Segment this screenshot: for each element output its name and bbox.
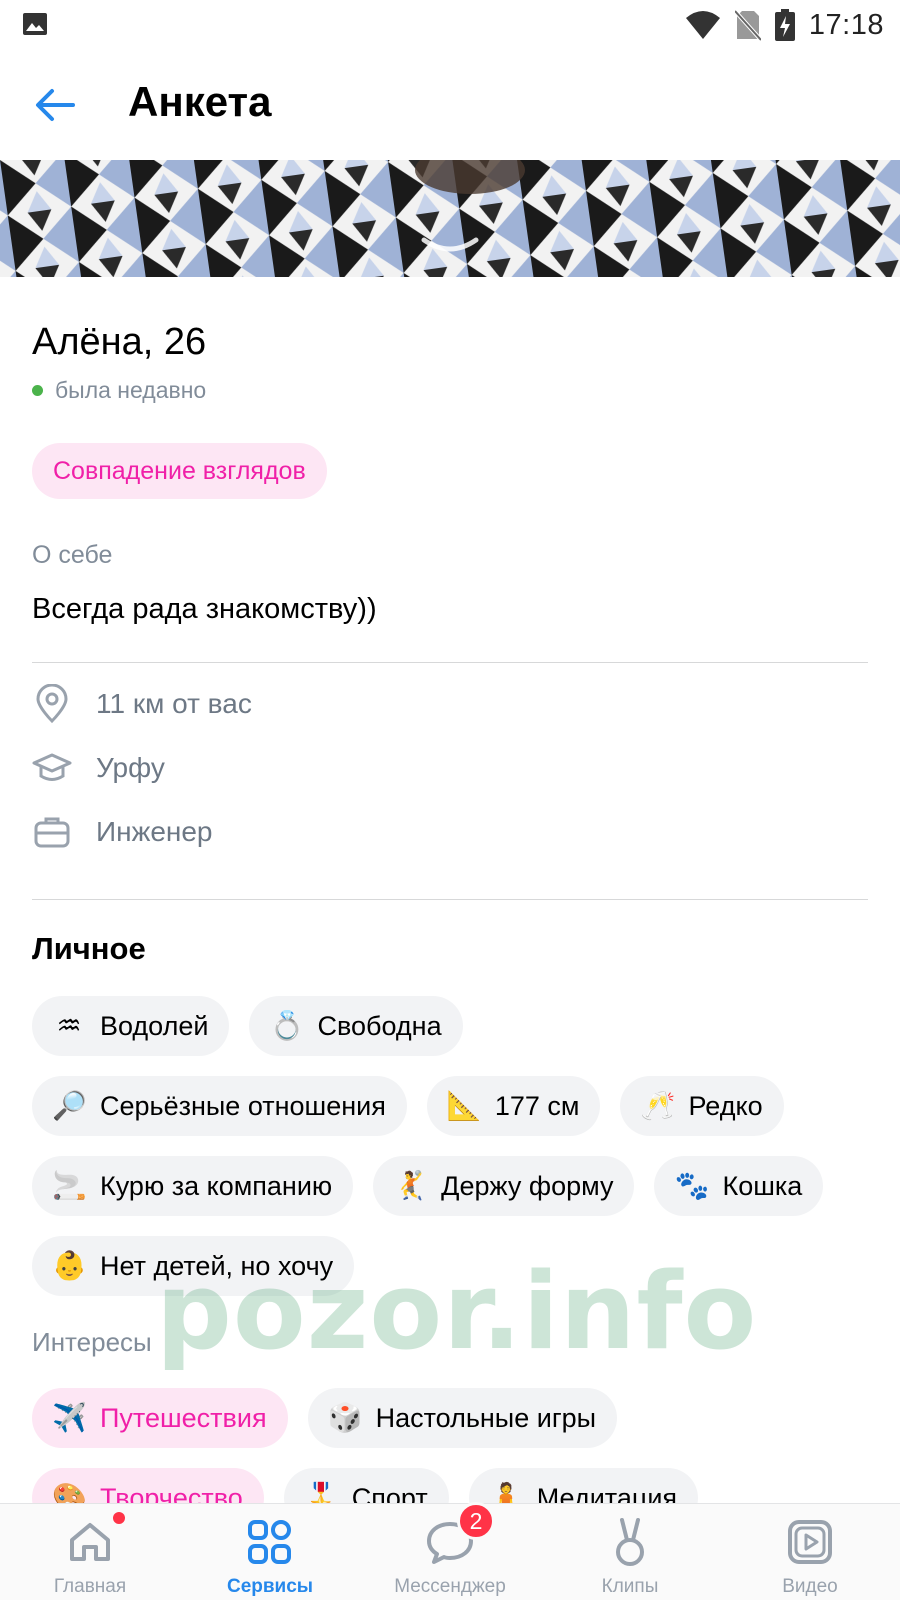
chip-label: Держу форму: [441, 1170, 614, 1201]
personal-chips-row: ♒ Водолей 💍 Свободна: [32, 996, 463, 1056]
chip-label: Свободна: [317, 1010, 442, 1041]
tab-label: Главная: [53, 1576, 127, 1597]
tab-label: Клипы: [601, 1576, 659, 1597]
tab-home[interactable]: Главная: [0, 1504, 180, 1600]
info-row-job: Инженер: [32, 807, 213, 857]
home-icon: [70, 1523, 110, 1561]
briefcase-icon: [34, 817, 70, 848]
personal-chip: 🤾 Держу форму: [373, 1156, 635, 1216]
info-row-distance: 11 км от вас: [32, 679, 252, 729]
personal-chip: 💍 Свободна: [249, 996, 463, 1056]
divider: [32, 662, 868, 663]
personal-chips-row: 🔎 Серьёзные отношения 📐 177 см 🥂 Редко: [32, 1076, 784, 1136]
info-job-text: Инженер: [96, 816, 213, 847]
online-status: была недавно: [32, 377, 206, 404]
personal-chips-row: 👶 Нет детей, но хочу: [32, 1236, 355, 1296]
personal-section-title: Личное: [32, 931, 146, 966]
page-title: Анкета: [128, 78, 272, 125]
tab-services[interactable]: Сервисы: [180, 1504, 360, 1600]
cigarette-icon: 🚬: [52, 1170, 87, 1201]
online-status-text: была недавно: [55, 377, 207, 403]
about-text: Всегда рада знакомству)): [32, 593, 377, 625]
chip-label: Редко: [688, 1090, 763, 1121]
tab-messenger[interactable]: 2 Мессенджер: [360, 1502, 540, 1600]
ring-icon: 💍: [269, 1010, 305, 1041]
zodiac-aquarius-icon: ♒: [56, 1010, 82, 1041]
info-distance-text: 11 км от вас: [96, 688, 252, 719]
dice-icon: 🎲: [327, 1402, 363, 1433]
services-grid-icon: [248, 1520, 291, 1564]
expand-chevron-icon[interactable]: [420, 236, 480, 254]
no-sim-icon: [734, 9, 761, 41]
notification-dot: [113, 1512, 125, 1524]
status-time: 17:18: [808, 8, 884, 41]
wifi-icon: [685, 11, 720, 39]
tab-video[interactable]: Видео: [720, 1504, 900, 1600]
profile-photo[interactable]: [0, 160, 900, 277]
personal-chip: 👶 Нет детей, но хочу: [32, 1236, 355, 1296]
airplane-icon: ✈️: [52, 1402, 87, 1433]
personal-chip: 📐 177 см: [426, 1076, 601, 1136]
interest-chip: 🎲 Настольные игры: [307, 1388, 618, 1448]
graduation-cap-icon: [32, 753, 72, 781]
interest-chip: ✈️ Путешествия: [32, 1388, 288, 1448]
battery-charging-icon: [774, 9, 795, 41]
tab-label: Мессенджер: [394, 1576, 506, 1597]
handball-icon: 🤾: [393, 1170, 429, 1201]
back-button[interactable]: [30, 80, 80, 130]
online-dot-icon: [32, 385, 43, 396]
bottom-tab-bar: Главная Сервисы 2 Мессенджер Клипы Видео: [0, 1502, 900, 1600]
baby-icon: 👶: [52, 1250, 87, 1281]
personal-chip: 🔎 Серьёзные отношения: [32, 1076, 407, 1136]
interests-chips-row: ✈️ Путешествия 🎲 Настольные игры: [32, 1388, 618, 1448]
chip-label: Курю за компанию: [100, 1170, 333, 1201]
chip-label: Путешествия: [100, 1402, 267, 1433]
gallery-icon: [23, 13, 47, 35]
unread-badge: 2: [457, 1502, 495, 1540]
status-bar: 17:18: [0, 0, 900, 50]
chip-label: Серьёзные отношения: [100, 1090, 386, 1121]
photo-pattern: [0, 160, 900, 277]
triangle-ruler-icon: 📐: [446, 1090, 482, 1121]
interests-label: Интересы: [32, 1327, 152, 1357]
info-education-text: Урфу: [96, 752, 165, 783]
paw-icon: 🐾: [674, 1170, 710, 1201]
champagne-icon: 🥂: [640, 1090, 676, 1121]
personal-chip: 🚬 Курю за компанию: [32, 1156, 354, 1216]
video-icon: [788, 1520, 832, 1564]
info-row-education: Урфу: [32, 743, 165, 793]
chip-label: 177 см: [494, 1090, 580, 1121]
chip-label: Нет детей, но хочу: [100, 1250, 334, 1281]
personal-chips-row: 🚬 Курю за компанию 🤾 Держу форму 🐾 Кошка: [32, 1156, 824, 1216]
tab-label: Видео: [782, 1576, 838, 1597]
personal-chip: 🥂 Редко: [620, 1076, 784, 1136]
chip-label: Настольные игры: [375, 1402, 597, 1433]
chip-label: Водолей: [100, 1010, 209, 1041]
chip-label: Кошка: [722, 1170, 803, 1201]
about-label: О себе: [32, 541, 113, 569]
divider: [32, 899, 868, 900]
personal-chip: 🐾 Кошка: [654, 1156, 824, 1216]
arrow-left-icon: [36, 89, 75, 121]
tab-clips[interactable]: Клипы: [540, 1504, 720, 1600]
tab-label: Сервисы: [226, 1576, 314, 1597]
profile-name-age: Алёна, 26: [32, 321, 207, 363]
header: Анкета: [0, 50, 900, 160]
magnifier-icon: 🔎: [52, 1090, 87, 1121]
location-pin-icon: [36, 684, 68, 724]
clips-icon: [616, 1518, 644, 1566]
match-badge: Совпадение взглядов: [32, 443, 327, 499]
personal-chip: ♒ Водолей: [32, 996, 230, 1056]
